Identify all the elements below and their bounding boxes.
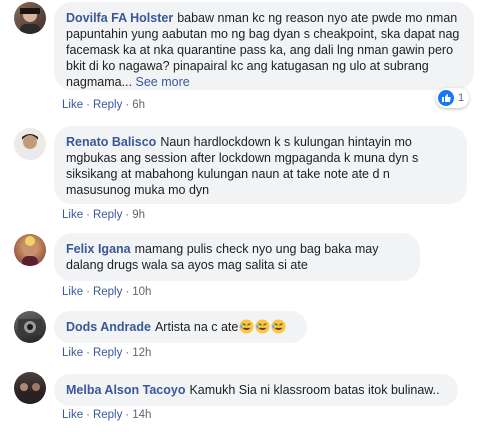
see-more-link[interactable]: See more xyxy=(136,75,190,89)
separator: · xyxy=(125,209,130,221)
timestamp[interactable]: 12h xyxy=(132,347,151,359)
like-icon xyxy=(438,90,454,106)
comment-bubble: Dovilfa FA Holster babaw nman kc ng reaso… xyxy=(54,2,474,90)
avatar[interactable] xyxy=(14,2,46,34)
reply-link[interactable]: Reply xyxy=(93,99,122,111)
reaction-count: 1 xyxy=(458,92,465,104)
reply-link[interactable]: Reply xyxy=(93,209,122,221)
comment-author[interactable]: Dovilfa FA Holster xyxy=(66,11,173,25)
separator: · xyxy=(125,409,130,421)
separator: · xyxy=(86,99,90,111)
comment-bubble: Renato Balisco Naun hardlockdown k s kulu… xyxy=(54,126,467,204)
separator: · xyxy=(86,209,90,221)
like-link[interactable]: Like xyxy=(62,99,83,111)
reaction-count-pill[interactable]: 1 xyxy=(436,88,470,108)
avatar[interactable] xyxy=(14,128,46,160)
avatar[interactable] xyxy=(14,311,46,343)
separator: · xyxy=(125,99,130,111)
reply-link[interactable]: Reply xyxy=(93,409,122,421)
timestamp[interactable]: 10h xyxy=(132,286,151,298)
timestamp[interactable]: 14h xyxy=(132,409,151,421)
timestamp[interactable]: 9h xyxy=(132,209,145,221)
avatar[interactable] xyxy=(14,372,46,404)
comment-actions: Like · Reply · 6h xyxy=(62,99,145,111)
separator: · xyxy=(86,286,90,298)
rofl-emoji xyxy=(271,319,286,334)
comment-text: Kamukh Sia ni klassroom batas itok bulin… xyxy=(189,383,440,397)
avatar-image xyxy=(20,8,40,34)
avatar-image xyxy=(21,134,39,160)
comment-actions: Like · Reply · 10h xyxy=(62,286,151,298)
avatar-image xyxy=(22,236,38,266)
comment-bubble: Dods Andrade Artista na c ate xyxy=(54,311,307,343)
timestamp[interactable]: 6h xyxy=(132,99,145,111)
rofl-emoji xyxy=(255,319,270,334)
comment-text: Artista na c ate xyxy=(154,320,239,334)
like-link[interactable]: Like xyxy=(62,209,83,221)
avatar-image xyxy=(18,383,42,404)
like-link[interactable]: Like xyxy=(62,409,83,421)
comment-actions: Like · Reply · 12h xyxy=(62,347,151,359)
comment-actions: Like · Reply · 14h xyxy=(62,409,151,421)
like-link[interactable]: Like xyxy=(62,286,83,298)
comment-author[interactable]: Felix Igana xyxy=(66,242,131,256)
separator: · xyxy=(125,347,130,359)
comment-bubble: Melba Alson Tacoyo Kamukh Sia ni klassroo… xyxy=(54,374,458,406)
separator: · xyxy=(86,347,90,359)
avatar-image xyxy=(18,319,42,335)
like-link[interactable]: Like xyxy=(62,347,83,359)
separator: · xyxy=(125,286,130,298)
comment-actions: Like · Reply · 9h xyxy=(62,209,145,221)
comment-author[interactable]: Renato Balisco xyxy=(66,135,156,149)
comment-author[interactable]: Dods Andrade xyxy=(66,320,151,334)
avatar[interactable] xyxy=(14,234,46,266)
reply-link[interactable]: Reply xyxy=(93,286,122,298)
reply-link[interactable]: Reply xyxy=(93,347,122,359)
rofl-emoji xyxy=(239,319,254,334)
comment-author[interactable]: Melba Alson Tacoyo xyxy=(66,383,185,397)
comment-bubble: Felix Igana mamang pulis check nyo ung ba… xyxy=(54,233,420,281)
separator: · xyxy=(86,409,90,421)
